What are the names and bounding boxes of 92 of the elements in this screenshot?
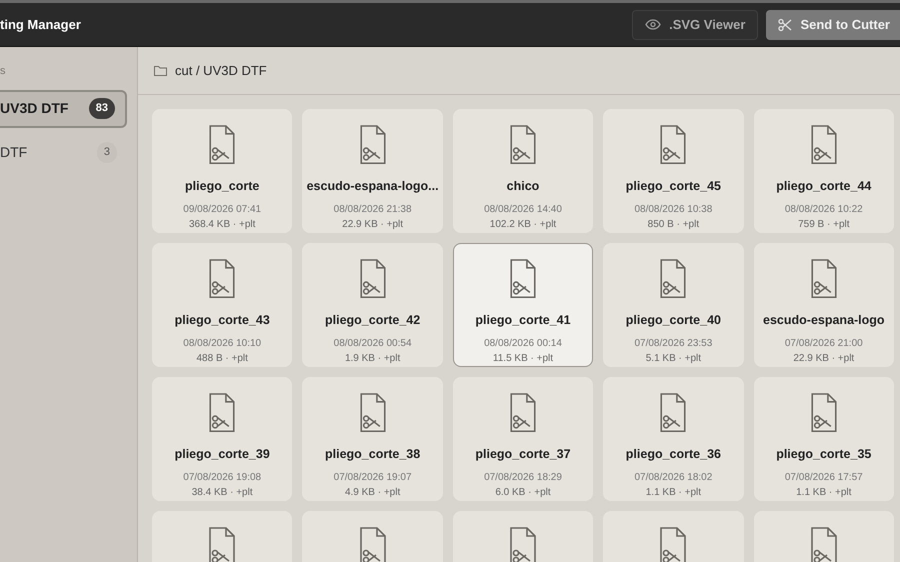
file-date: 08/08/2026 14:40 (484, 203, 562, 217)
file-size: 102.2 KB · +plt (490, 218, 556, 232)
file-size: 368.4 KB · +plt (188, 218, 256, 232)
cut-file-icon (209, 393, 236, 432)
cut-file-icon (660, 259, 686, 298)
count-badge: 3 (96, 142, 117, 163)
file-name: escudo-espana-logo (763, 312, 885, 330)
file-date: 07/08/2026 18:02 (634, 471, 712, 485)
file-date: 08/08/2026 21:38 (334, 203, 412, 217)
file-name: pliego_corte_37 (475, 446, 571, 464)
file-date: 08/08/2026 00:54 (334, 337, 412, 351)
file-card[interactable]: escudo-espana-logo 07/08/2026 21:00 22.9 KB · +plt (754, 243, 894, 367)
cut-file-icon (360, 259, 386, 298)
file-name: pliego_corte_40 (626, 312, 721, 330)
file-size: 6.0 KB · +plt (495, 486, 551, 500)
file-size: 1.9 KB · +plt (344, 352, 400, 366)
cut-file-icon (660, 527, 686, 562)
file-name: escudo-espana-logo... (306, 178, 439, 196)
cut-file-icon (360, 125, 386, 164)
cut-file-icon (660, 125, 686, 164)
eye-icon (645, 19, 662, 30)
file-date: 08/08/2026 10:38 (634, 203, 712, 217)
file-card[interactable]: pliego_corte_35 07/08/2026 17:57 1.1 KB · +plt (754, 377, 894, 501)
file-date: 08/08/2026 00:14 (484, 337, 562, 351)
count-badge: 83 (88, 98, 115, 119)
cut-file-icon (810, 125, 837, 164)
file-card[interactable]: escudo-espana-logo... 08/08/2026 21:38 22.9 KB · +plt (302, 109, 443, 233)
file-size: 22.9 KB · +plt (342, 218, 404, 232)
file-date: 08/08/2026 10:10 (183, 337, 262, 351)
file-size: 11.5 KB · +plt (492, 352, 554, 366)
breadcrumb: cut / UV3D DTF (175, 62, 267, 80)
file-card[interactable]: pliego_corte 09/08/2026 07:41 368.4 KB · +plt (152, 109, 292, 233)
file-date: 09/08/2026 07:41 (183, 203, 262, 217)
file-date: 07/08/2026 18:29 (484, 471, 562, 485)
cut-file-icon (510, 125, 536, 164)
file-card[interactable]: pliego_corte_41 08/08/2026 00:14 11.5 KB · +plt (452, 243, 594, 367)
cut-file-icon (209, 125, 236, 164)
file-name: pliego_corte_42 (325, 312, 420, 330)
file-card[interactable]: pliego_corte_44 08/08/2026 10:22 759 B · +plt (754, 109, 894, 233)
cut-file-icon (660, 393, 686, 432)
cut-file-icon (810, 527, 837, 562)
file-card[interactable]: pliego_corte_40 07/08/2026 23:53 5.1 KB · +plt (603, 243, 744, 367)
cut-file-icon (360, 393, 386, 432)
app-title: ting Manager (0, 16, 81, 34)
file-date: 08/08/2026 10:22 (784, 203, 863, 217)
file-name: chico (506, 178, 540, 196)
file-date: 07/08/2026 19:07 (334, 471, 412, 485)
file-name: pliego_corte_39 (174, 446, 270, 464)
file-size: 1.1 KB · +plt (796, 486, 852, 500)
file-card[interactable]: pliego_corte_42 08/08/2026 00:54 1.9 KB · +plt (302, 243, 443, 367)
file-date: 07/08/2026 23:53 (634, 337, 712, 351)
file-size: 5.1 KB · +plt (646, 352, 702, 366)
cut-file-icon (209, 527, 236, 562)
cut-file-icon (810, 393, 837, 432)
file-name: pliego_corte_43 (174, 312, 270, 330)
svg-viewer-button[interactable]: .SVG Viewer (632, 10, 758, 40)
cut-file-icon (810, 259, 837, 298)
sidebar-item[interactable]: UV3D DTF 83 (0, 90, 127, 128)
file-name: pliego_corte_45 (626, 178, 721, 196)
send-to-cutter-button[interactable]: Send to Cutter (766, 10, 900, 40)
file-date: 07/08/2026 17:57 (784, 471, 863, 485)
file-size: 22.9 KB · +plt (793, 352, 854, 366)
file-size: 759 B · +plt (798, 218, 850, 232)
cut-file-icon (360, 527, 386, 562)
file-card[interactable]: chico 08/08/2026 14:40 102.2 KB · +plt (452, 109, 594, 233)
file-size: 38.4 KB · +plt (192, 486, 253, 500)
file-name: pliego_corte_36 (626, 446, 721, 464)
file-size: 488 B · +plt (196, 352, 248, 366)
cut-file-icon (510, 259, 536, 298)
folder-icon (154, 65, 167, 76)
sidebar-heading: s (0, 64, 6, 79)
file-size: 850 B · +plt (648, 218, 700, 232)
sidebar-item[interactable]: DTF 3 (0, 134, 127, 172)
file-name: pliego_corte_38 (325, 446, 420, 464)
file-name: pliego_corte_44 (776, 178, 872, 196)
file-name: pliego_corte_41 (475, 312, 571, 330)
file-name: pliego_corte_35 (776, 446, 872, 464)
file-card[interactable]: pliego_corte_37 07/08/2026 18:29 6.0 KB · +plt (452, 377, 594, 501)
file-date: 07/08/2026 19:08 (183, 471, 262, 485)
file-card[interactable]: pliego_corte_45 08/08/2026 10:38 850 B · +plt (603, 109, 744, 233)
file-card[interactable]: pliego_corte_36 07/08/2026 18:02 1.1 KB · +plt (603, 377, 744, 501)
file-card[interactable]: pliego_corte_38 07/08/2026 19:07 4.9 KB · +plt (302, 377, 443, 501)
cut-file-icon (209, 259, 236, 298)
file-date: 07/08/2026 21:00 (784, 337, 863, 351)
cut-file-icon (510, 527, 536, 562)
file-size: 4.9 KB · +plt (344, 486, 400, 500)
file-card[interactable]: pliego_corte_43 08/08/2026 10:10 488 B · +plt (152, 243, 292, 367)
scissors-icon (778, 18, 792, 32)
file-card[interactable]: pliego_corte_39 07/08/2026 19:08 38.4 KB · +plt (152, 377, 292, 501)
file-size: 1.1 KB · +plt (646, 486, 702, 500)
cut-file-icon (510, 393, 536, 432)
file-name: pliego_corte (185, 178, 260, 196)
